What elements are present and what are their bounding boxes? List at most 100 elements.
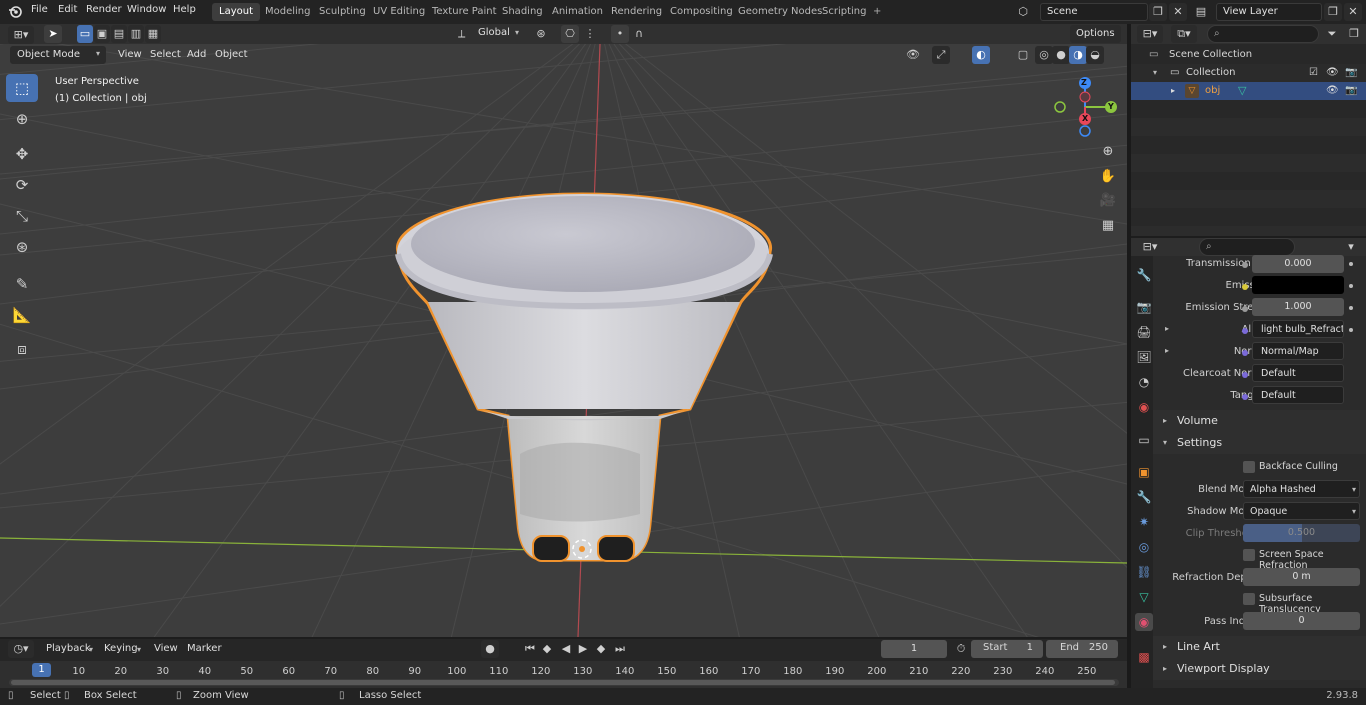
shadow-mode-dropdown[interactable]: Opaque [1243,502,1360,520]
view-layer-field[interactable]: View Layer [1216,3,1322,21]
pass-index-field[interactable]: 0 [1243,612,1360,630]
transmission-field[interactable]: 0.000 [1252,255,1344,273]
world-tab-icon[interactable]: ◉ [1135,398,1153,416]
zoom-view-icon[interactable]: ⊕ [1099,143,1117,161]
timeline-scrollbar[interactable] [9,679,1119,686]
particles-tab-icon[interactable]: ✷ [1135,513,1153,531]
filter-icon[interactable]: ⏷ [1323,25,1341,43]
outliner-row-obj[interactable]: ▸ ▽ obj ▽ 👁 📷 [1131,82,1366,100]
xray-toggle-icon[interactable]: ▢ [1014,46,1032,64]
keyframe-dot-icon[interactable] [1349,306,1353,310]
backface-culling-checkbox[interactable] [1243,461,1255,473]
rotate-tool-icon[interactable]: ⟳ [6,171,38,199]
menu-view-timeline[interactable]: View [148,640,184,658]
menu-object[interactable]: Object [209,46,254,64]
expand-chevron-icon[interactable]: ▾ [1153,68,1157,77]
expand-arrow-icon[interactable]: ▸ [1171,86,1175,95]
view-layer-icon[interactable]: ▤ [1192,3,1210,21]
render-camera-icon[interactable]: 📷 [1345,67,1357,78]
outliner-search-input[interactable]: ⌕ [1207,25,1319,43]
select-box-tool-icon[interactable]: ⬚ [6,74,38,102]
menu-help[interactable]: Help [173,4,196,15]
render-camera-icon[interactable]: 📷 [1345,85,1357,96]
emission-strength-field[interactable]: 1.000 [1252,298,1344,316]
scrollbar-thumb[interactable] [11,680,1115,685]
material-preview-shading-icon[interactable]: ◑ [1069,46,1087,64]
keyframe-dot-icon[interactable] [1349,284,1353,288]
clip-threshold-slider[interactable]: 0.500 [1243,524,1360,542]
proportional-edit-icon[interactable]: • [611,25,629,43]
material-tab-icon[interactable]: ◉ [1135,613,1153,631]
scene-selector-icon[interactable]: ⬡ [1014,3,1032,21]
new-collection-icon[interactable]: ❐ [1345,25,1363,43]
annotate-tool-icon[interactable]: ✎ [6,270,38,298]
blend-mode-dropdown[interactable]: Alpha Hashed [1243,480,1360,498]
delete-view-layer-icon[interactable]: ✕ [1344,3,1362,21]
tab-texture-paint[interactable]: Texture Paint [425,3,504,21]
select-tool-icon[interactable]: ➤ [44,25,62,43]
delete-scene-icon[interactable]: ✕ [1169,3,1187,21]
menu-file[interactable]: File [31,4,48,15]
properties-options-icon[interactable]: ▾ [1342,238,1360,256]
menu-render[interactable]: Render [86,4,122,15]
render-tab-icon[interactable]: 📷 [1135,298,1153,316]
alpha-link-field[interactable]: light bulb_Refract_in... [1252,320,1344,338]
wireframe-shading-icon[interactable]: ◎ [1035,46,1053,64]
new-view-layer-icon[interactable]: ❐ [1324,3,1342,21]
play-reverse-icon[interactable]: ◀ [557,640,575,658]
stopwatch-icon[interactable]: ⏱ [952,640,970,658]
playhead[interactable]: 1 [32,663,51,677]
properties-editor-icon[interactable]: ⊟▾ [1137,238,1163,256]
select-mode-subtract-icon[interactable]: ▤ [111,25,127,43]
start-frame-field[interactable]: Start 1 [971,640,1043,658]
measure-tool-icon[interactable]: 📐 [6,301,38,329]
tab-shading[interactable]: Shading [495,3,550,21]
section-settings[interactable]: ▾ Settings [1153,432,1366,454]
eye-icon[interactable]: 👁 [1326,67,1339,78]
3d-viewport[interactable]: Object Mode ▾ View Select Add Object 👁 ⤢… [0,44,1127,637]
outliner-editor-icon[interactable]: ⊟▾ [1137,25,1163,43]
tab-uv-editing[interactable]: UV Editing [366,3,432,21]
play-icon[interactable]: ▶ [574,640,592,658]
properties-search-input[interactable]: ⌕ [1199,238,1295,256]
subsurface-translucency-checkbox[interactable] [1243,593,1255,605]
tab-rendering[interactable]: Rendering [604,3,669,21]
outliner-row-collection[interactable]: ▾ ▭ Collection ☑ 👁 📷 [1131,64,1366,82]
select-mode-extend-icon[interactable]: ▣ [94,25,110,43]
keyframe-dot-icon[interactable] [1349,328,1353,332]
select-mode-intersect-icon[interactable]: ▦ [145,25,161,43]
next-keyframe-icon[interactable]: ◆ [592,640,610,658]
outliner-row-scene-collection[interactable]: ▭ Scene Collection [1131,46,1366,64]
section-line-art[interactable]: ▸ Line Art [1153,636,1366,658]
section-viewport-display[interactable]: ▸ Viewport Display [1153,658,1366,680]
display-mode-icon[interactable]: ⧉▾ [1171,25,1197,43]
section-volume[interactable]: ▸ Volume [1153,410,1366,432]
perspective-toggle-icon[interactable]: ▦ [1099,217,1117,235]
snap-toggle-icon[interactable]: ⎔ [561,25,579,43]
new-scene-icon[interactable]: ❐ [1149,3,1167,21]
snap-target-icon[interactable]: ⋮ [581,25,599,43]
solid-shading-icon[interactable]: ● [1052,46,1070,64]
normal-link-field[interactable]: Normal/Map [1252,342,1344,360]
data-tab-icon[interactable]: ▽ [1135,588,1153,606]
menu-edit[interactable]: Edit [58,4,77,15]
editor-type-icon[interactable]: ⊞▾ [8,26,34,44]
pan-view-icon[interactable]: ✋ [1099,168,1117,186]
camera-view-icon[interactable]: 🎥 [1099,192,1117,210]
visibility-icon[interactable]: 👁 [904,46,922,64]
blender-logo-icon[interactable] [8,4,22,18]
tab-layout[interactable]: Layout [212,3,260,21]
tab-modeling[interactable]: Modeling [258,3,318,21]
view-layer-tab-icon[interactable]: 🖼 [1135,348,1153,366]
collection-tab-icon[interactable]: ▭ [1135,431,1153,449]
texture-tab-icon[interactable]: ▩ [1135,648,1153,666]
tool-tab-icon[interactable]: 🔧 [1135,266,1153,284]
prev-keyframe-icon[interactable]: ◆ [538,640,556,658]
select-mode-invert-icon[interactable]: ▥ [128,25,144,43]
end-frame-field[interactable]: End 250 [1046,640,1118,658]
add-cube-tool-icon[interactable]: ⧈ [6,335,38,363]
tab-sculpting[interactable]: Sculpting [312,3,373,21]
selected-object-bulb[interactable] [395,192,773,562]
record-icon[interactable]: ● [481,640,499,658]
tab-animation[interactable]: Animation [545,3,610,21]
